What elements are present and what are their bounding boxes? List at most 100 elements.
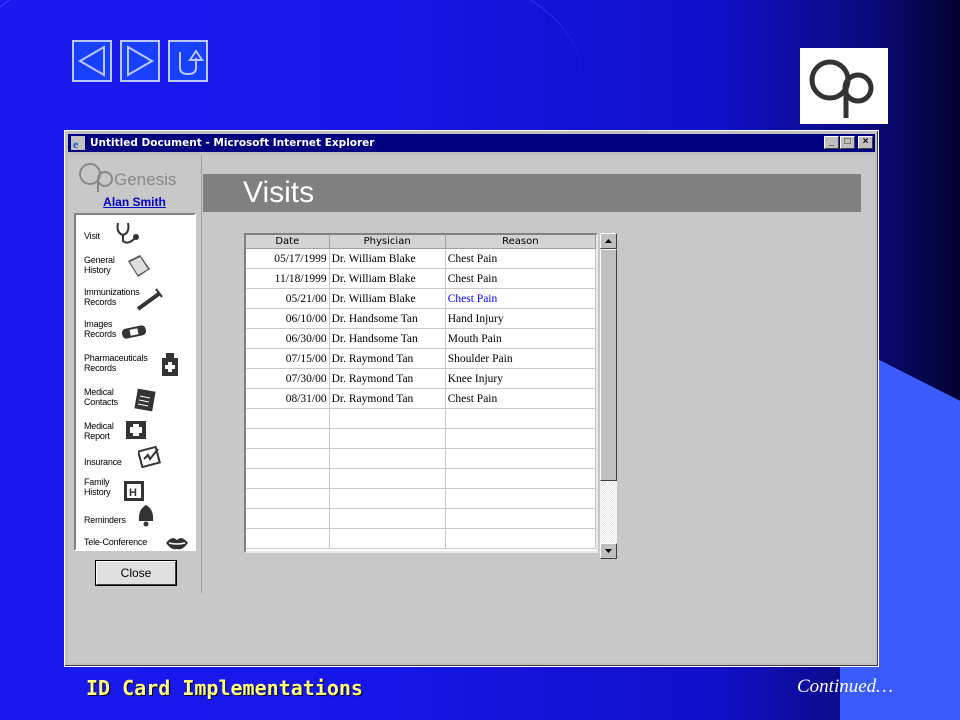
cell-date: 08/31/00 (246, 388, 330, 409)
empty-cell (246, 508, 330, 529)
syringe-icon (136, 288, 163, 311)
empty-table-row[interactable] (246, 528, 596, 549)
table-row[interactable]: 07/30/00 Dr. Raymond Tan Knee Injury (246, 368, 596, 389)
menu-item-label: Immunizations Records (84, 287, 140, 307)
table-row[interactable]: 07/15/00 Dr. Raymond Tan Shoulder Pain (246, 348, 596, 369)
cell-physician: Dr. Raymond Tan (329, 368, 446, 389)
menu-item-medical-report[interactable]: Medical Report (76, 417, 194, 447)
menu-item-label: Images Records (84, 319, 117, 339)
cell-reason: Knee Injury (445, 368, 596, 389)
menu-item-label: Pharmaceuticals Records (84, 353, 148, 373)
empty-cell (329, 408, 446, 429)
empty-cell (445, 508, 596, 529)
cell-date: 11/18/1999 (246, 268, 330, 289)
cell-date: 06/30/00 (246, 328, 330, 349)
cell-date: 05/17/1999 (246, 248, 330, 269)
triangle-right-icon (127, 45, 154, 77)
minimize-button[interactable]: _ (824, 136, 839, 149)
return-nav-button[interactable] (168, 40, 208, 82)
slide-footer-title: ID Card Implementations (86, 676, 363, 700)
menu-item-family-history[interactable]: Family History H (76, 473, 194, 503)
table-row[interactable]: 06/30/00 Dr. Handsome Tan Mouth Pain (246, 328, 596, 349)
cell-date: 07/30/00 (246, 368, 330, 389)
svg-text:e: e (73, 137, 79, 150)
table-row[interactable]: 06/10/00 Dr. Handsome Tan Hand Injury (246, 308, 596, 329)
column-header-physician[interactable]: Physician (329, 235, 446, 249)
empty-cell (329, 488, 446, 509)
empty-table-row[interactable] (246, 408, 596, 429)
forward-nav-button[interactable] (120, 40, 160, 82)
cell-physician: Dr. Raymond Tan (329, 388, 446, 409)
empty-cell (246, 448, 330, 469)
column-header-reason[interactable]: Reason (445, 235, 596, 249)
cell-date: 07/15/00 (246, 348, 330, 369)
cell-physician: Dr. Handsome Tan (329, 308, 446, 329)
empty-cell (445, 448, 596, 469)
menu-item-immunizations-records[interactable]: Immunizations Records (76, 283, 194, 313)
window-titlebar: e Untitled Document - Microsoft Internet… (68, 134, 875, 152)
menu-item-general-history[interactable]: General History (76, 251, 194, 281)
table-row[interactable]: 11/18/1999 Dr. William Blake Chest Pain (246, 268, 596, 289)
empty-table-row[interactable] (246, 468, 596, 489)
cell-physician: Dr. William Blake (329, 288, 446, 309)
menu-item-visit[interactable]: Visit (76, 221, 194, 251)
window-close-button[interactable]: × (858, 136, 873, 149)
page-heading-bar: Visits (203, 174, 861, 212)
menu-item-label: Medical Contacts (84, 387, 118, 407)
empty-cell (329, 528, 446, 549)
menu-item-label: Insurance (84, 457, 122, 467)
table-scrollbar[interactable] (600, 233, 617, 559)
scroll-down-button[interactable] (600, 543, 617, 559)
patient-name-link[interactable]: Alan Smith (68, 195, 201, 209)
table-row[interactable]: 05/21/00 Dr. William Blake Chest Pain (246, 288, 596, 309)
menu-item-label: Reminders (84, 515, 126, 525)
empty-cell (329, 508, 446, 529)
empty-cell (246, 408, 330, 429)
column-header-date[interactable]: Date (246, 235, 330, 249)
table-row[interactable]: 05/17/1999 Dr. William Blake Chest Pain (246, 248, 596, 269)
table-row[interactable]: 08/31/00 Dr. Raymond Tan Chest Pain (246, 388, 596, 409)
menu-item-images-records[interactable]: Images Records (76, 315, 194, 345)
empty-table-row[interactable] (246, 448, 596, 469)
back-nav-button[interactable] (72, 40, 112, 82)
records-menu: Visit General History Immunizations Record… (74, 213, 196, 551)
menu-item-label: Medical Report (84, 421, 114, 441)
scroll-up-button[interactable] (600, 233, 617, 249)
internet-explorer-icon: e (71, 136, 85, 150)
empty-cell (329, 428, 446, 449)
empty-cell (445, 428, 596, 449)
triangle-left-icon (78, 45, 105, 77)
close-button[interactable]: Close (96, 561, 176, 585)
book-icon (128, 255, 150, 277)
menu-item-medical-contacts[interactable]: Medical Contacts (76, 383, 194, 413)
empty-table-row[interactable] (246, 508, 596, 529)
u-turn-icon (179, 49, 204, 76)
cell-physician: Dr. William Blake (329, 248, 446, 269)
cell-reason: Chest Pain (445, 248, 596, 269)
empty-cell (445, 408, 596, 429)
bell-icon (138, 505, 154, 527)
browser-window: e Untitled Document - Microsoft Internet… (64, 130, 879, 667)
cell-physician: Dr. Handsome Tan (329, 328, 446, 349)
slide-continued-text: Continued… (797, 676, 894, 697)
empty-cell (329, 468, 446, 489)
arrow-down-icon (605, 549, 612, 553)
table-header-row: Date Physician Reason (246, 235, 596, 249)
empty-cell (445, 528, 596, 549)
family-photo-icon: H (124, 481, 144, 501)
menu-item-label: Tele-Conference (84, 537, 148, 547)
maximize-button[interactable]: □ (840, 136, 855, 149)
empty-cell (246, 468, 330, 489)
svg-text:H: H (129, 487, 137, 499)
empty-cell (246, 488, 330, 509)
lips-icon (166, 538, 188, 550)
menu-item-tele-conference[interactable]: Tele-Conference (76, 527, 194, 557)
empty-table-row[interactable] (246, 488, 596, 509)
cell-physician: Dr. Raymond Tan (329, 348, 446, 369)
empty-table-row[interactable] (246, 428, 596, 449)
scroll-thumb[interactable] (600, 249, 617, 481)
cell-reason: Hand Injury (445, 308, 596, 329)
cell-date: 05/21/00 (246, 288, 330, 309)
empty-cell (329, 448, 446, 469)
menu-item-pharmaceuticals-records[interactable]: Pharmaceuticals Records (76, 349, 194, 379)
